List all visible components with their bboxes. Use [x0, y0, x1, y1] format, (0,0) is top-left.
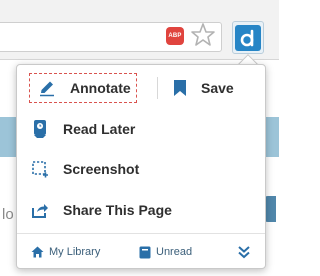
my-library-link[interactable]: My Library: [31, 241, 100, 263]
diigo-popup-menu: Annotate Save Read Later Screenshot Shar…: [16, 64, 266, 269]
read-later-label: Read Later: [63, 121, 136, 137]
diigo-extension-button[interactable]: [232, 21, 264, 54]
expand-more-button[interactable]: [237, 241, 251, 263]
my-library-label: My Library: [49, 246, 101, 258]
pencil-icon: [38, 79, 56, 97]
share-icon: [31, 201, 49, 219]
screenshot-icon: [31, 160, 49, 178]
double-chevron-down-icon: [237, 245, 251, 259]
address-bar[interactable]: [0, 22, 222, 52]
annotate-button[interactable]: Annotate: [29, 73, 137, 103]
screenshot-button[interactable]: Screenshot: [31, 157, 139, 181]
menu-divider: [157, 77, 158, 99]
bookmark-star-icon[interactable]: [190, 22, 216, 48]
screenshot-label: Screenshot: [63, 161, 140, 177]
share-page-button[interactable]: Share This Page: [31, 198, 172, 222]
adblock-icon[interactable]: ABP: [166, 27, 184, 45]
popup-footer: My Library Unread: [17, 241, 265, 263]
home-icon: [31, 246, 44, 258]
bookmark-icon: [173, 79, 187, 97]
save-button[interactable]: Save: [173, 77, 234, 99]
annotate-label: Annotate: [70, 80, 131, 96]
diigo-extension-icon: [235, 24, 261, 51]
footer-divider: [17, 233, 265, 234]
share-label: Share This Page: [63, 202, 172, 218]
read-later-icon: [31, 119, 49, 139]
unread-label: Unread: [156, 246, 193, 258]
page-background-text: lo: [2, 206, 14, 223]
save-label: Save: [201, 80, 234, 96]
read-later-button[interactable]: Read Later: [31, 117, 135, 141]
unread-icon: [139, 246, 151, 259]
unread-link[interactable]: Unread: [139, 241, 192, 263]
